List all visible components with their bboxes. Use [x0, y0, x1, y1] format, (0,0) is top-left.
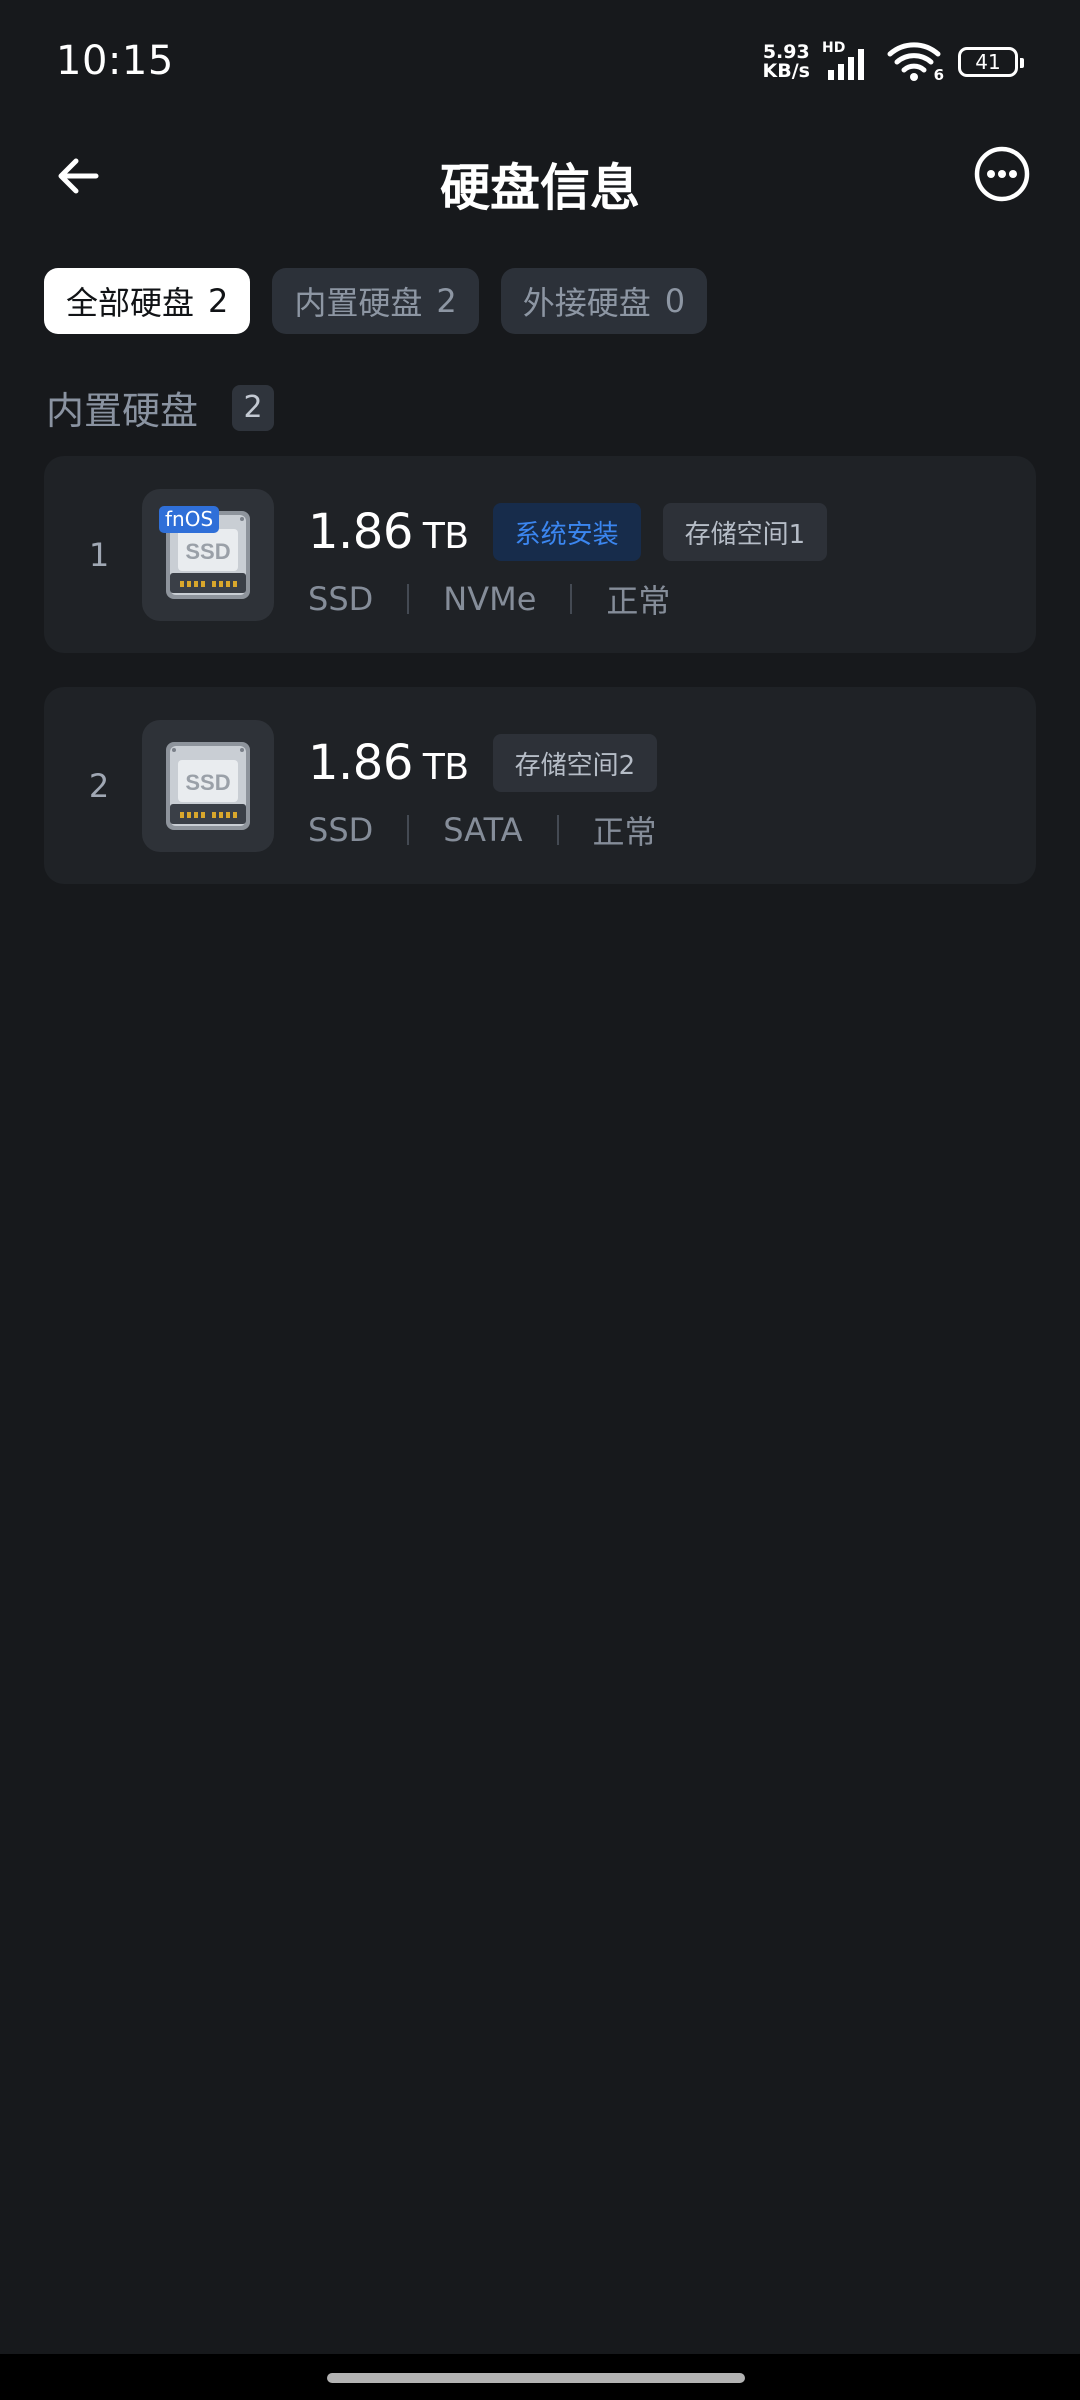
app-root: 10:15 5.93 KB/s HD 6 41 硬盘信息 全部硬盘 2 内置硬盘… [0, 0, 1080, 2400]
disk-capacity-value: 1.86 [308, 735, 413, 791]
divider [556, 815, 559, 845]
system-install-tag: 系统安装 [492, 503, 641, 561]
tab-label: 全部硬盘 [66, 284, 195, 322]
page-title: 硬盘信息 [440, 159, 640, 217]
status-bar: 10:15 5.93 KB/s HD 6 41 [0, 0, 1080, 126]
disk-info: 1.86 TB 系统安装 存储空间1 SSD NVMe 正常 [308, 502, 828, 622]
wifi-icon: 6 [886, 40, 944, 84]
section-count-badge: 2 [232, 384, 275, 431]
disk-capacity: 1.86 TB [308, 504, 469, 560]
more-button[interactable] [972, 144, 1032, 204]
disk-capacity-value: 1.86 [308, 504, 413, 560]
wifi-badge: 6 [933, 66, 944, 84]
disk-top-row: 1.86 TB 系统安装 存储空间1 [308, 502, 828, 562]
disk-interface: NVMe [443, 580, 537, 618]
disk-filter-tabs: 全部硬盘 2 内置硬盘 2 外接硬盘 0 [44, 268, 708, 334]
tab-label: 外接硬盘 [522, 284, 651, 322]
ssd-icon: SSD fnOS [142, 489, 274, 621]
ssd-icon-label: SSD [185, 770, 230, 795]
fnos-badge: fnOS [159, 506, 220, 533]
tab-count: 2 [208, 282, 229, 320]
battery-icon: 41 [958, 47, 1024, 77]
disk-status: 正常 [606, 582, 671, 620]
section-title: 内置硬盘 [46, 389, 199, 433]
section-header: 内置硬盘 2 [46, 380, 275, 435]
top-app-bar: 硬盘信息 [0, 126, 1080, 226]
disk-meta-row: SSD SATA 正常 [308, 807, 657, 853]
tab-count: 0 [664, 282, 686, 320]
tab-all-disks[interactable]: 全部硬盘 2 [44, 268, 251, 334]
disk-top-row: 1.86 TB 存储空间2 [308, 733, 658, 793]
cellular-signal-icon: HD [822, 40, 874, 84]
more-horizontal-icon [974, 146, 1030, 202]
disk-capacity: 1.86 TB [308, 735, 469, 791]
ssd-icon-label: SSD [185, 539, 230, 564]
home-indicator[interactable] [327, 2373, 745, 2383]
tab-internal-disks[interactable]: 内置硬盘 2 [272, 268, 479, 334]
disk-capacity-unit: TB [422, 747, 469, 788]
disk-card[interactable]: 1 SSD fnOS 1.86 TB 系统安装 存储空间1 SSD NVMe 正… [44, 456, 1036, 653]
disk-index: 2 [88, 766, 110, 805]
network-speed: 5.93 KB/s [763, 43, 810, 81]
battery-level: 41 [975, 50, 1001, 74]
ssd-icon: SSD [142, 720, 274, 852]
network-speed-unit: KB/s [762, 60, 810, 82]
storage-space-tag: 存储空间2 [492, 734, 658, 792]
disk-interface: SATA [443, 811, 523, 849]
network-type-label: HD [822, 40, 846, 56]
divider [407, 584, 410, 614]
disk-card[interactable]: 2 SSD 1.86 TB 存储空间2 SSD SATA 正常 [44, 687, 1036, 884]
disk-type: SSD [308, 811, 374, 849]
disk-info: 1.86 TB 存储空间2 SSD SATA 正常 [308, 733, 658, 853]
disk-type: SSD [308, 580, 374, 618]
status-icons: 5.93 KB/s HD 6 41 [763, 40, 1024, 84]
status-time: 10:15 [56, 38, 174, 84]
disk-capacity-unit: TB [422, 516, 469, 557]
tab-label: 内置硬盘 [294, 284, 423, 322]
divider [570, 584, 573, 614]
tab-external-disks[interactable]: 外接硬盘 0 [500, 268, 708, 334]
disk-status: 正常 [592, 813, 657, 851]
disk-index: 1 [88, 535, 110, 574]
divider [407, 815, 410, 845]
storage-space-tag: 存储空间1 [662, 503, 828, 561]
tab-count: 2 [436, 282, 457, 320]
disk-meta-row: SSD NVMe 正常 [308, 576, 827, 622]
